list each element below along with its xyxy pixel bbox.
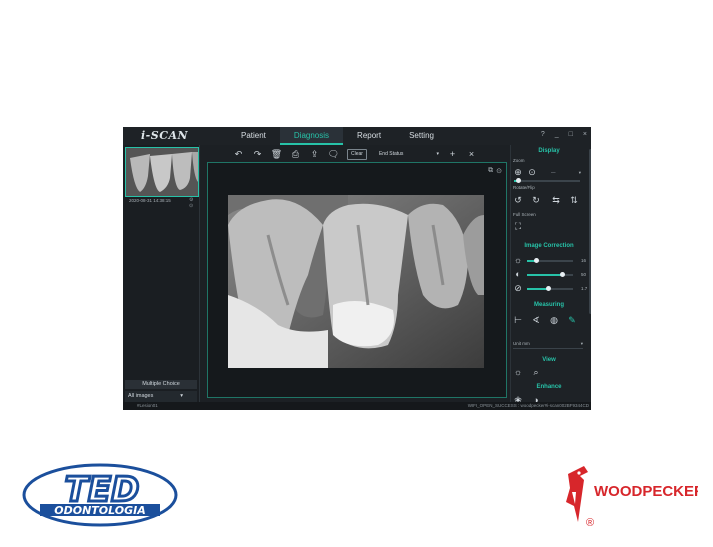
density-icon[interactable]: ◍ — [549, 315, 559, 325]
contrast-slider[interactable] — [527, 272, 573, 277]
main-tabs: Patient Diagnosis Report Setting — [227, 127, 448, 145]
contrast-icon: ◐ — [515, 269, 521, 279]
full-screen-label: Full Screen — [513, 212, 536, 217]
brightness-icon: ☼ — [513, 255, 523, 265]
status-bar: #Lesion01 WIFI_OPEN_SUCCESS : woodpecker… — [123, 402, 591, 410]
app-logo: i-SCAN — [141, 129, 189, 142]
remove-icon[interactable]: × — [466, 149, 477, 160]
chevron-down-icon: ▾ — [578, 170, 581, 175]
zoom-label: Zoom — [513, 158, 525, 163]
thumbnail-date: 2020-08-31 14:38:15 — [129, 198, 171, 203]
xray-viewer[interactable]: ⧉ ⊙ — [207, 162, 507, 398]
ruler-icon[interactable]: ⊢ — [513, 315, 523, 325]
gamma-slider-knob[interactable] — [545, 286, 551, 291]
tab-setting[interactable]: Setting — [395, 127, 448, 145]
light-icon[interactable]: ☼ — [513, 367, 523, 377]
chevron-down-icon: ▾ — [180, 393, 183, 399]
multiple-choice-button[interactable]: Multiple Choice — [125, 380, 197, 389]
gamma-icon: ⊘ — [514, 283, 522, 293]
zoom-fit-icon[interactable]: ⊙ — [527, 167, 537, 177]
rotate-right-icon[interactable]: ↻ — [531, 195, 541, 205]
ted-odontologia-logo: TED ODONTOLOGIA — [22, 463, 178, 527]
brightness-value: 16 — [581, 258, 587, 263]
brightness-slider-knob[interactable] — [534, 258, 540, 263]
end-status-select[interactable]: End Status ▾ — [375, 150, 439, 159]
iscan-app-window: i-SCAN Patient Diagnosis Report Setting … — [123, 127, 591, 410]
print-icon[interactable]: ⎙ — [290, 149, 301, 160]
flip-vertical-icon[interactable]: ⇅ — [569, 195, 579, 205]
delete-icon[interactable]: 🗑 — [271, 149, 282, 160]
unit-label: Unit — [513, 341, 522, 346]
dental-xray-image — [228, 195, 484, 368]
tools-scrollbar[interactable] — [589, 149, 591, 314]
diagnosis-toolbar: ↶ ↷ 🗑 ⎙ ⇪ 🗨 Clear End Status ▾ + × — [233, 147, 477, 161]
chevron-down-icon: ▾ — [436, 150, 439, 157]
copy-icon[interactable]: ⧉ — [488, 167, 493, 175]
clear-button[interactable]: Clear — [347, 148, 367, 160]
zoom-select[interactable]: — ▾ — [551, 170, 581, 175]
contrast-value: 50 — [581, 272, 587, 277]
tools-panel: Display Zoom ⊕ ⊙ — ▾ Rotate/Flip ↺ ↻ ⇆ ⇅… — [510, 145, 591, 410]
redo-icon[interactable]: ↷ — [252, 149, 263, 160]
minimize-icon[interactable]: _ — [555, 131, 559, 138]
window-controls: ? _ □ × — [541, 131, 587, 138]
gamma-slider[interactable] — [527, 286, 573, 291]
zoom-slider[interactable] — [514, 178, 580, 183]
zoom-value: — — [551, 170, 556, 175]
contrast-slider-knob[interactable] — [559, 272, 565, 277]
unit-select[interactable]: Unit mm ▾ — [513, 341, 583, 349]
woodpecker-bird-icon — [566, 466, 588, 522]
gamma-value: 1.7 — [581, 286, 588, 291]
image-filter-select[interactable]: All images ▾ — [125, 391, 197, 402]
close-icon[interactable]: × — [583, 131, 587, 138]
image-filter-value: All images — [128, 393, 154, 399]
status-left: #Lesion01 — [137, 403, 158, 408]
image-list-panel: 2020-08-31 14:38:15 ⚙ ⊙ Multiple Choice … — [123, 145, 200, 410]
display-section-title: Display — [538, 148, 560, 154]
thumbnail-settings-icon[interactable]: ⚙ ⊙ — [189, 197, 199, 209]
tab-report[interactable]: Report — [343, 127, 395, 145]
xray-thumbnail[interactable] — [125, 147, 199, 197]
add-icon[interactable]: + — [447, 149, 458, 160]
enhance-title: Enhance — [536, 384, 562, 390]
rotate-flip-label: Rotate/Flip — [513, 185, 535, 190]
calibrate-icon[interactable]: ✎ — [567, 315, 577, 325]
image-correction-title: Image Correction — [524, 243, 574, 249]
rotate-left-icon[interactable]: ↺ — [513, 195, 523, 205]
measuring-title: Measuring — [533, 302, 564, 308]
help-icon[interactable]: ? — [541, 131, 545, 138]
title-bar: i-SCAN Patient Diagnosis Report Setting … — [123, 127, 591, 145]
maximize-icon[interactable]: □ — [569, 131, 573, 138]
view-title: View — [542, 357, 556, 363]
zoom-in-icon[interactable]: ⊕ — [513, 167, 523, 177]
registered-mark: ® — [586, 517, 594, 529]
tab-patient[interactable]: Patient — [227, 127, 280, 145]
chevron-down-icon: ▾ — [580, 341, 583, 346]
status-right: WIFI_OPEN_SUCCESS : woodpecker#i-scan002… — [467, 403, 589, 408]
comment-icon[interactable]: 🗨 — [328, 149, 339, 160]
export-icon[interactable]: ⇪ — [309, 149, 320, 160]
woodpecker-logo: WOODPECKER ® — [566, 466, 698, 529]
zoom-slider-knob[interactable] — [516, 178, 521, 183]
undo-icon[interactable]: ↶ — [233, 149, 244, 160]
woodpecker-wordmark: WOODPECKER — [594, 483, 698, 500]
fullscreen-icon[interactable]: ⛶ — [513, 221, 523, 231]
brightness-slider[interactable] — [527, 258, 573, 263]
unit-value: mm — [522, 341, 530, 346]
viewer-icons: ⧉ ⊙ — [488, 167, 502, 175]
tab-diagnosis[interactable]: Diagnosis — [279, 127, 344, 145]
info-icon[interactable]: ⊙ — [496, 167, 502, 175]
flip-horizontal-icon[interactable]: ⇆ — [551, 195, 561, 205]
magnifier-icon[interactable]: ⌕ — [531, 367, 541, 377]
angle-icon[interactable]: ∢ — [531, 315, 541, 325]
ted-logo-sub: ODONTOLOGIA — [54, 504, 146, 517]
end-status-value: End Status — [378, 150, 404, 157]
